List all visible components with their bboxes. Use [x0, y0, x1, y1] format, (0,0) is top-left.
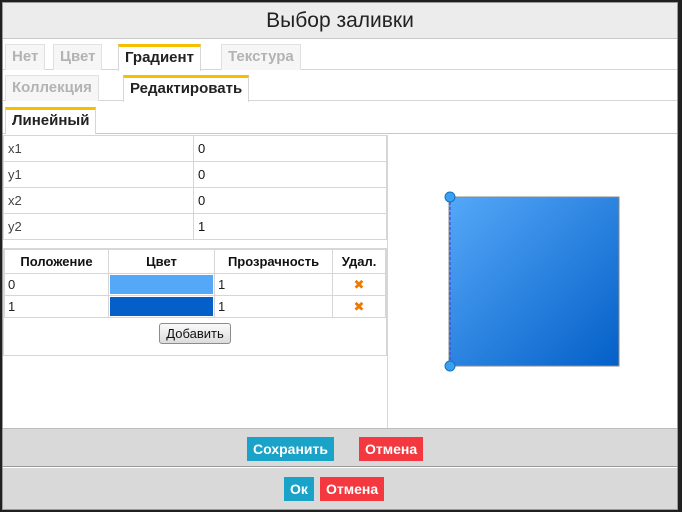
coord-label-y2: y2 — [3, 213, 194, 240]
coord-input-y1[interactable]: 0 — [193, 161, 387, 188]
coord-label-y1: y1 — [3, 161, 194, 188]
tab-texture[interactable]: Текстура — [221, 44, 301, 70]
coord-label-x1: x1 — [3, 135, 194, 162]
table-row: 1 1 ✖ — [4, 295, 386, 318]
preview-rect — [448, 196, 620, 367]
dialog-cancel-button[interactable]: Отмена — [320, 477, 385, 501]
gradient-end-handle[interactable] — [444, 360, 456, 372]
tab-gradient[interactable]: Градиент — [118, 44, 201, 71]
tab-none[interactable]: Нет — [5, 44, 46, 70]
gradient-stops: Положение Цвет Прозрачность Удал. 0 1 ✖ … — [3, 248, 387, 356]
color-swatch[interactable] — [110, 297, 213, 316]
col-opacity: Прозрачность — [214, 249, 333, 274]
table-row: 0 1 ✖ — [4, 273, 386, 296]
stop-opacity-input[interactable]: 1 — [214, 273, 333, 296]
editor-footer: Сохранить Отмена — [3, 428, 677, 467]
save-button[interactable]: Сохранить — [247, 437, 334, 461]
add-stop-button[interactable]: Добавить — [159, 323, 231, 344]
stop-opacity-input[interactable]: 1 — [214, 295, 333, 318]
delete-stop-button[interactable]: ✖ — [332, 273, 386, 296]
stop-color-cell[interactable] — [108, 273, 215, 296]
coords-table: x1 0 y1 0 x2 0 y2 1 — [3, 135, 387, 240]
stops-table: Положение Цвет Прозрачность Удал. 0 1 ✖ … — [4, 249, 386, 318]
coord-input-y2[interactable]: 1 — [193, 213, 387, 240]
close-x-icon[interactable]: ✖ — [354, 277, 365, 292]
fill-type-tabs: Нет Цвет Градиент Текстура — [3, 40, 677, 71]
color-swatch[interactable] — [110, 275, 213, 294]
table-row: y1 0 — [3, 161, 387, 188]
coord-input-x2[interactable]: 0 — [193, 187, 387, 214]
delete-stop-button[interactable]: ✖ — [332, 295, 386, 318]
dialog-footer: Ок Отмена — [3, 468, 677, 509]
col-delete: Удал. — [332, 249, 386, 274]
gradient-mode-tabs: Коллекция Редактировать — [3, 71, 677, 102]
close-x-icon[interactable]: ✖ — [354, 299, 365, 314]
table-header-row: Положение Цвет Прозрачность Удал. — [4, 249, 386, 274]
ok-button[interactable]: Ок — [284, 477, 314, 501]
coord-label-x2: x2 — [3, 187, 194, 214]
gradient-kind-tabs: Линейный — [3, 103, 677, 134]
table-row: x2 0 — [3, 187, 387, 214]
tab-collection[interactable]: Коллекция — [5, 75, 99, 101]
stop-position-input[interactable]: 1 — [4, 295, 109, 318]
stop-color-cell[interactable] — [108, 295, 215, 318]
fill-dialog: Выбор заливки Нет Цвет Градиент Текстура… — [2, 2, 678, 510]
table-row: x1 0 — [3, 135, 387, 162]
preview-canvas — [444, 191, 620, 372]
col-color: Цвет — [108, 249, 215, 274]
gradient-start-handle[interactable] — [444, 191, 456, 203]
stop-position-input[interactable]: 0 — [4, 273, 109, 296]
dialog-title: Выбор заливки — [3, 3, 677, 39]
table-row: y2 1 — [3, 213, 387, 240]
tab-color[interactable]: Цвет — [53, 44, 103, 70]
cancel-button[interactable]: Отмена — [359, 437, 424, 461]
gradient-editor: x1 0 y1 0 x2 0 y2 1 Положение Цвет Прозр… — [3, 135, 387, 428]
tab-linear[interactable]: Линейный — [5, 107, 97, 134]
tab-edit[interactable]: Редактировать — [123, 75, 250, 102]
coord-input-x1[interactable]: 0 — [193, 135, 387, 162]
gradient-preview — [387, 135, 677, 428]
col-position: Положение — [4, 249, 109, 274]
